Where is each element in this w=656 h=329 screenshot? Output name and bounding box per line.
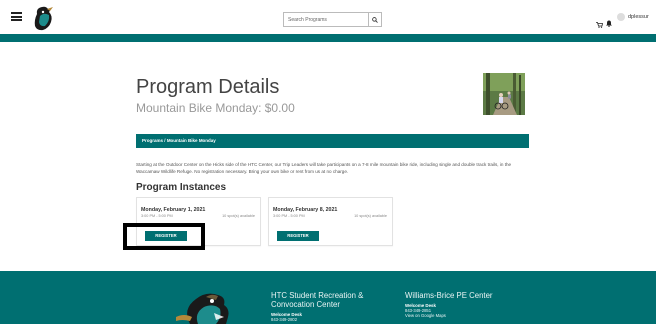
- hamburger-menu-icon[interactable]: [11, 12, 22, 21]
- footer-location-williams-brice: Williams-Brice PE Center Welcome Desk 84…: [405, 291, 535, 318]
- highlight-box: [123, 223, 205, 250]
- breadcrumb-item-current: Mountain Bike Monday: [166, 138, 216, 143]
- search-button[interactable]: [368, 12, 382, 27]
- register-button[interactable]: REGISTER: [277, 231, 319, 241]
- footer-phone[interactable]: 843-349-2802: [271, 317, 381, 322]
- instance-spots: 10 spot(s) available: [354, 214, 387, 218]
- instance-spots: 10 spot(s) available: [222, 214, 255, 218]
- program-subtitle: Mountain Bike Monday: $0.00: [136, 101, 295, 115]
- header-accent-bar: [0, 34, 656, 42]
- search-input[interactable]: [283, 12, 368, 27]
- footer: HTC Student Recreation & Convocation Cen…: [0, 271, 656, 324]
- avatar[interactable]: [617, 13, 625, 21]
- program-description: Starting at the Outdoor Center on the Hi…: [136, 162, 512, 174]
- instance-time: 3:00 PM - 5:00 PM: [141, 214, 173, 218]
- page-title: Program Details: [136, 76, 280, 98]
- program-instance-card: Monday, February 8, 2021 3:00 PM - 5:00 …: [268, 197, 393, 246]
- section-heading: Program Instances: [136, 182, 227, 193]
- footer-location-title: HTC Student Recreation & Convocation Cen…: [271, 291, 364, 309]
- footer-location-title: Williams-Brice PE Center: [405, 291, 493, 300]
- search-bar: [283, 12, 382, 27]
- breadcrumb-separator: /: [164, 138, 166, 143]
- google-maps-link[interactable]: View on Google Maps: [405, 313, 535, 318]
- footer-logo: [170, 287, 240, 324]
- username-label[interactable]: dplessur: [628, 14, 649, 20]
- instance-time: 3:00 PM - 5:00 PM: [273, 214, 305, 218]
- program-photo: [483, 73, 525, 115]
- search-icon: [372, 16, 378, 23]
- top-navbar: dplessur: [0, 0, 656, 34]
- cart-icon[interactable]: [596, 15, 603, 28]
- footer-location-htc: HTC Student Recreation & Convocation Cen…: [271, 291, 381, 322]
- instance-date: Monday, February 1, 2021: [141, 207, 206, 213]
- instance-date: Monday, February 8, 2021: [273, 207, 338, 213]
- breadcrumb-item-programs[interactable]: Programs: [142, 138, 163, 143]
- breadcrumb: Programs / Mountain Bike Monday: [136, 134, 529, 148]
- bell-icon[interactable]: [606, 14, 612, 27]
- chanticleer-logo[interactable]: [31, 4, 57, 32]
